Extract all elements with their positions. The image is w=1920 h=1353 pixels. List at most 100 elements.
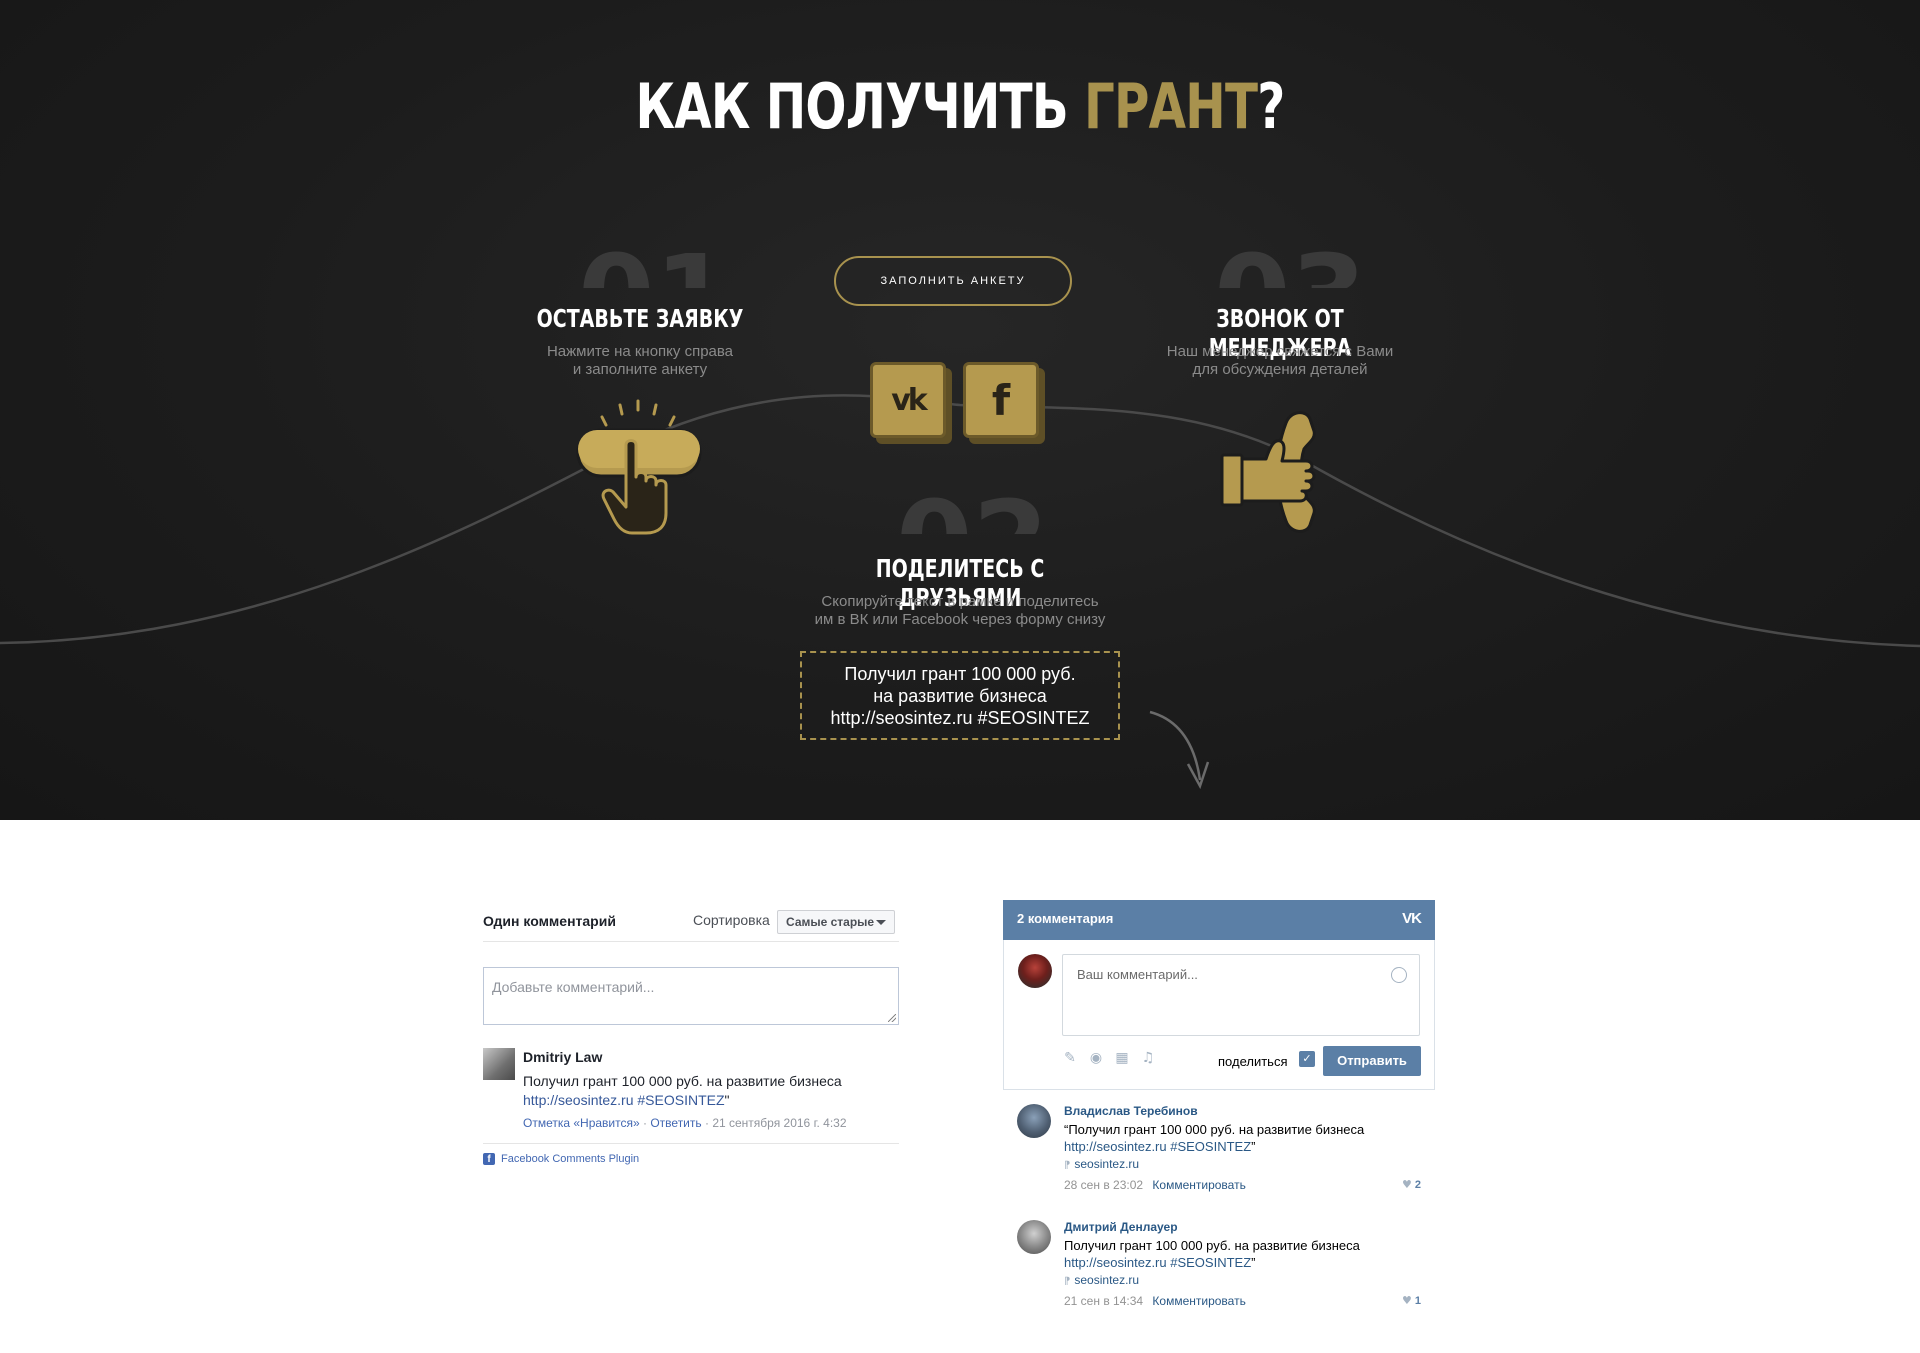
fb-comment-count: Один комментарий	[483, 912, 616, 929]
vk-comment-placeholder: Ваш комментарий...	[1077, 967, 1198, 982]
resize-handle-icon[interactable]	[888, 1014, 896, 1022]
title-main: Как получить	[635, 70, 1084, 143]
fb-plugin-link[interactable]: f Facebook Comments Plugin	[483, 1153, 639, 1165]
step-desc-03-line1: Наш менеджер свяжется с Вами	[1166, 343, 1394, 360]
link-icon: ⁋	[1064, 1276, 1071, 1287]
vk-comment-form: Ваш комментарий... ✎ ◉ ▦ ♫ поделиться ✓ …	[1003, 940, 1435, 1090]
vk-like-button[interactable]: ♥ 1	[1402, 1294, 1421, 1307]
avatar[interactable]	[1017, 1220, 1051, 1254]
step-desc-02-line2: им в ВК или Facebook через форму снизу	[814, 611, 1106, 628]
facebook-icon: f	[991, 375, 1011, 425]
fb-reply-link[interactable]: Ответить	[650, 1116, 701, 1130]
vk-comment-link[interactable]: http://seosintez.ru #SEOSINTEZ	[1064, 1139, 1251, 1154]
vk-comment-site-link[interactable]: ⁋ seosintez.ru	[1064, 1157, 1139, 1171]
emoji-icon[interactable]	[1391, 967, 1407, 983]
vk-share-label: поделиться	[1218, 1054, 1288, 1069]
fb-comment-date[interactable]: 21 сентября 2016 г. 4:32	[712, 1116, 846, 1130]
title-end: ?	[1257, 70, 1285, 143]
heart-icon: ♥	[1402, 1178, 1412, 1191]
vk-site-label: seosintez.ru	[1074, 1273, 1140, 1287]
vk-comment-author[interactable]: Дмитрий Денлауер	[1064, 1220, 1178, 1234]
fb-comment-link-suffix: "	[724, 1092, 730, 1108]
camera-icon[interactable]: ◉	[1088, 1050, 1104, 1066]
vk-comments-header: 2 комментария VK	[1003, 900, 1435, 940]
share-text-box[interactable]: Получил грант 100 000 руб. на развитие б…	[800, 651, 1120, 740]
vk-like-count: 2	[1414, 1179, 1421, 1191]
fb-separator: ·	[701, 1116, 713, 1130]
vk-like-button[interactable]: ♥ 2	[1402, 1178, 1421, 1191]
vk-comment-link-suffix: ”	[1251, 1255, 1256, 1270]
fb-comment-item: Dmitriy Law Получил грант 100 000 руб. н…	[483, 1048, 899, 1144]
fb-comments-header: Один комментарий Сортировка Самые старые	[483, 900, 899, 942]
fb-comment-body: Получил грант 100 000 руб. на развитие б…	[523, 1073, 842, 1089]
link-icon: ⁋	[1064, 1160, 1071, 1171]
step-desc-02: Скопируйте текст в рамке и поделитесь им…	[790, 593, 1130, 629]
fb-comment-actions: Отметка «Нравится» · Ответить · 21 сентя…	[523, 1116, 847, 1130]
step-desc-03-line2: для обсуждения деталей	[1192, 361, 1368, 378]
fb-like-link[interactable]: Отметка «Нравится»	[523, 1116, 640, 1130]
vk-comment-site-link[interactable]: ⁋ seosintez.ru	[1064, 1273, 1139, 1287]
step-desc-03: Наш менеджер свяжется с Вами для обсужде…	[1120, 343, 1440, 379]
vk-comment-meta: 21 сен в 14:34 Комментировать	[1064, 1294, 1246, 1308]
facebook-comments-widget: Один комментарий Сортировка Самые старые…	[483, 900, 899, 1165]
facebook-share-button[interactable]: f	[963, 362, 1045, 444]
vk-logo-icon[interactable]: VK	[1402, 910, 1422, 927]
vk-comment-text: “Получил грант 100 000 руб. на развитие …	[1064, 1121, 1424, 1155]
vk-comment-date[interactable]: 21 сен в 14:34	[1064, 1294, 1143, 1308]
avatar[interactable]	[1017, 1104, 1051, 1138]
facebook-icon: f	[483, 1153, 495, 1165]
fb-separator: ·	[639, 1116, 651, 1130]
fb-button-face: f	[963, 362, 1039, 438]
step-number-03: 03	[1214, 240, 1367, 288]
share-text-line3: http://seosintez.ru #SEOSINTEZ	[830, 708, 1090, 728]
vk-comments-widget: 2 комментария VK Ваш комментарий... ✎ ◉ …	[1003, 900, 1435, 1308]
step-desc-01-line1: Нажмите на кнопку справа	[546, 343, 734, 360]
vk-comment-author[interactable]: Владислав Теребинов	[1064, 1104, 1198, 1118]
page-title: Как получить грант?	[211, 70, 1709, 143]
fb-comment-text: Получил грант 100 000 руб. на развитие б…	[523, 1072, 893, 1110]
vk-share-button[interactable]: vk	[870, 362, 952, 444]
fb-plugin-label: Facebook Comments Plugin	[501, 1153, 640, 1165]
avatar[interactable]	[1018, 954, 1052, 988]
vk-comment-input[interactable]: Ваш комментарий...	[1062, 954, 1420, 1036]
fb-comment-author[interactable]: Dmitriy Law	[523, 1049, 602, 1065]
avatar[interactable]	[483, 1048, 515, 1080]
vk-comment-date[interactable]: 28 сен в 23:02	[1064, 1178, 1143, 1192]
vk-reply-link[interactable]: Комментировать	[1152, 1294, 1245, 1308]
vk-attach-tools: ✎ ◉ ▦ ♫	[1062, 1050, 1156, 1066]
music-icon[interactable]: ♫	[1140, 1050, 1156, 1066]
vk-site-label: seosintez.ru	[1074, 1157, 1140, 1171]
step-desc-01-line2: и заполните анкету	[572, 361, 708, 378]
vk-comment-link[interactable]: http://seosintez.ru #SEOSINTEZ	[1064, 1255, 1251, 1270]
chevron-down-icon	[876, 920, 886, 925]
step-desc-01: Нажмите на кнопку справа и заполните анк…	[480, 343, 800, 379]
fb-comment-placeholder: Добавьте комментарий...	[492, 979, 655, 995]
title-accent: грант	[1083, 70, 1258, 143]
fb-sort-value: Самые старые	[786, 915, 875, 929]
vk-button-face: vk	[870, 362, 946, 438]
vk-comment-body: “Получил грант 100 000 руб. на развитие …	[1064, 1122, 1365, 1137]
vk-comment-item: Дмитрий Денлауер Получил грант 100 000 р…	[1017, 1216, 1435, 1316]
vk-like-count: 1	[1414, 1295, 1421, 1307]
fb-sort-label: Сортировка	[693, 912, 770, 928]
video-icon[interactable]: ▦	[1114, 1050, 1130, 1066]
vk-comment-count: 2 комментария	[1017, 911, 1114, 926]
vk-send-button[interactable]: Отправить	[1323, 1046, 1421, 1076]
fb-comment-input[interactable]: Добавьте комментарий...	[483, 967, 899, 1025]
vk-comment-meta: 28 сен в 23:02 Комментировать	[1064, 1178, 1246, 1192]
step-number-02: 02	[896, 486, 1049, 534]
fill-form-button[interactable]: ЗАПОЛНИТЬ АНКЕТУ	[834, 256, 1072, 306]
vk-icon: vk	[891, 382, 927, 418]
fb-comment-link[interactable]: http://seosintez.ru #SEOSINTEZ	[523, 1092, 725, 1108]
graffiti-icon[interactable]: ✎	[1062, 1050, 1078, 1066]
share-text-line1: Получил грант 100 000 руб.	[844, 664, 1076, 684]
phone-handshake-icon	[1220, 411, 1316, 533]
share-text-line2: на развитие бизнеса	[873, 686, 1047, 706]
fb-sort-dropdown[interactable]: Самые старые	[777, 910, 895, 934]
heart-icon: ♥	[1402, 1294, 1412, 1307]
vk-comment-body: Получил грант 100 000 руб. на развитие б…	[1064, 1238, 1360, 1253]
vk-comment-link-suffix: ”	[1251, 1139, 1256, 1154]
vk-reply-link[interactable]: Комментировать	[1152, 1178, 1245, 1192]
how-to-get-grant-section: Как получить грант? 01 Оставьте заявку Н…	[0, 0, 1920, 820]
vk-share-checkbox[interactable]: ✓	[1299, 1051, 1315, 1067]
